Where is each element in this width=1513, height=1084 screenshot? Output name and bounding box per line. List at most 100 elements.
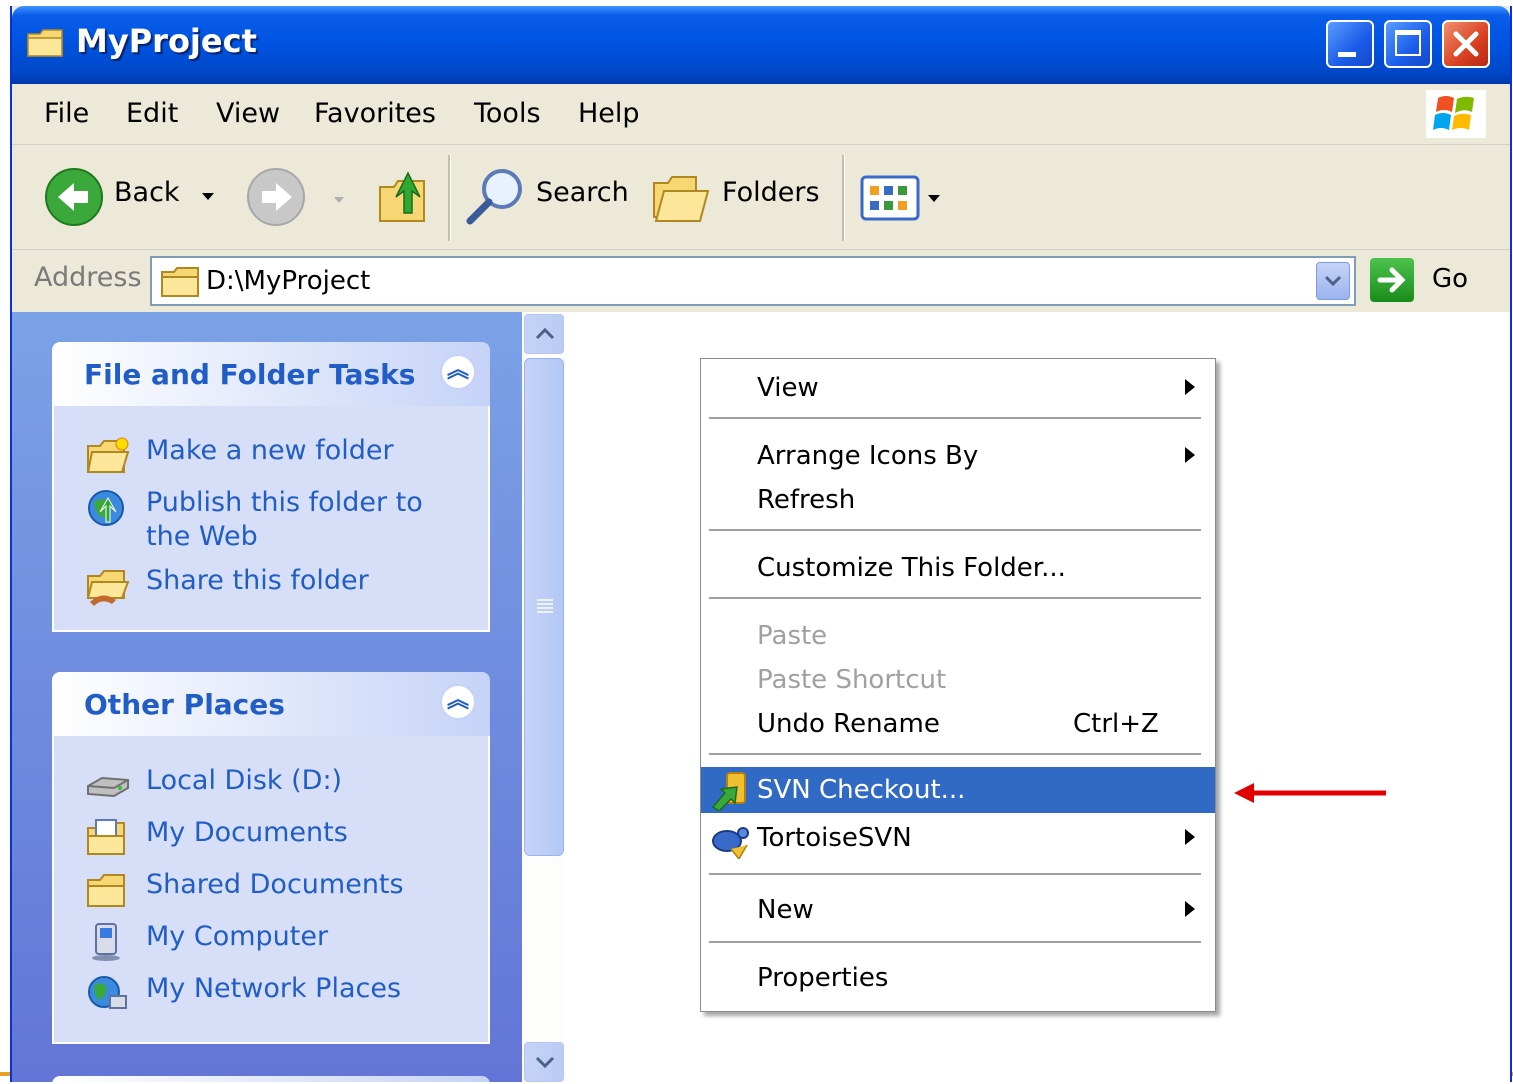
file-tasks-body: Make a new folder Publish this folder to… bbox=[52, 406, 490, 632]
menu-file[interactable]: File bbox=[44, 98, 89, 129]
menu-separator bbox=[709, 941, 1201, 944]
minimize-icon bbox=[1338, 52, 1356, 57]
address-input[interactable]: D:\MyProject bbox=[150, 256, 1356, 306]
share-folder-icon bbox=[86, 570, 130, 606]
views-icon bbox=[860, 175, 920, 221]
publish-web-icon bbox=[88, 490, 124, 526]
folders-button[interactable]: Folders bbox=[652, 165, 824, 229]
menu-item-label: New bbox=[757, 895, 814, 925]
menu-view[interactable]: View bbox=[216, 98, 280, 129]
go-button[interactable]: Go bbox=[1432, 264, 1468, 294]
back-dropdown-icon[interactable] bbox=[202, 193, 214, 200]
menu-item-label: Customize This Folder... bbox=[757, 553, 1066, 583]
back-arrow-icon bbox=[45, 168, 103, 226]
back-button[interactable]: Back bbox=[42, 165, 222, 229]
svn-checkout-icon bbox=[711, 772, 746, 811]
my-computer-link[interactable]: My Computer bbox=[146, 920, 328, 954]
search-icon bbox=[466, 169, 522, 225]
new-folder-icon bbox=[86, 437, 130, 473]
menu-item-label: Arrange Icons By bbox=[757, 441, 979, 471]
menu-item-new[interactable]: New bbox=[701, 887, 1215, 933]
menu-item-customize[interactable]: Customize This Folder... bbox=[701, 545, 1215, 591]
shared-documents-icon bbox=[87, 874, 125, 907]
menu-separator bbox=[709, 873, 1201, 876]
back-label: Back bbox=[114, 177, 180, 208]
shared-documents-link[interactable]: Shared Documents bbox=[146, 868, 404, 902]
other-places-title: Other Places bbox=[84, 688, 285, 721]
menu-item-label: TortoiseSVN bbox=[757, 823, 912, 853]
menu-item-view[interactable]: View bbox=[701, 365, 1215, 411]
menu-bar: File Edit View Favorites Tools Help bbox=[12, 84, 1510, 145]
menu-item-svn-checkout[interactable]: SVN Checkout... bbox=[701, 767, 1215, 813]
scroll-thumb[interactable] bbox=[524, 358, 564, 856]
go-arrow-icon[interactable] bbox=[1370, 258, 1414, 302]
menu-item-properties[interactable]: Properties bbox=[701, 955, 1215, 1001]
publish-folder-link[interactable]: Publish this folder to bbox=[146, 486, 423, 520]
task-pane: File and Folder Tasks ︽ Make a new folde… bbox=[12, 312, 522, 1082]
scroll-down-button[interactable] bbox=[524, 1042, 564, 1082]
my-documents-link[interactable]: My Documents bbox=[146, 816, 348, 850]
my-network-places-link[interactable]: My Network Places bbox=[146, 972, 401, 1006]
menu-separator bbox=[709, 417, 1201, 420]
address-dropdown-button[interactable] bbox=[1316, 262, 1350, 300]
address-value: D:\MyProject bbox=[206, 266, 371, 296]
window-title: MyProject bbox=[76, 22, 257, 60]
address-label: Address bbox=[34, 262, 142, 293]
views-dropdown-icon bbox=[928, 195, 940, 202]
toolbar-separator bbox=[842, 155, 845, 241]
menu-help[interactable]: Help bbox=[578, 98, 640, 129]
search-button[interactable]: Search bbox=[464, 165, 634, 229]
maximize-icon bbox=[1395, 30, 1421, 56]
menu-tools[interactable]: Tools bbox=[474, 98, 541, 129]
menu-favorites[interactable]: Favorites bbox=[314, 98, 436, 129]
menu-item-paste: Paste bbox=[701, 613, 1215, 659]
menu-item-refresh[interactable]: Refresh bbox=[701, 477, 1215, 523]
up-folder-button[interactable] bbox=[374, 167, 434, 227]
local-disk-link[interactable]: Local Disk (D:) bbox=[146, 764, 342, 798]
scroll-up-button[interactable] bbox=[524, 314, 564, 354]
share-folder-link[interactable]: Share this folder bbox=[146, 564, 369, 598]
menu-item-label: Paste Shortcut bbox=[757, 665, 947, 695]
toolbar: Back Search Folders bbox=[12, 145, 1510, 250]
menu-item-arrange-icons[interactable]: Arrange Icons By bbox=[701, 433, 1215, 479]
maximize-button[interactable] bbox=[1384, 20, 1432, 68]
folder-icon bbox=[161, 267, 199, 297]
chevron-down-icon bbox=[1324, 275, 1342, 287]
menu-item-undo-rename[interactable]: Undo Rename Ctrl+Z bbox=[701, 701, 1215, 747]
submenu-arrow-icon bbox=[1185, 379, 1195, 395]
search-label: Search bbox=[536, 177, 629, 208]
minimize-button[interactable] bbox=[1326, 20, 1374, 68]
tortoisesvn-icon bbox=[712, 827, 749, 859]
other-places-header[interactable]: Other Places ︽ bbox=[52, 672, 490, 736]
file-tasks-header[interactable]: File and Folder Tasks ︽ bbox=[52, 342, 490, 406]
views-button[interactable] bbox=[860, 175, 950, 225]
menu-item-label: View bbox=[757, 373, 819, 403]
menu-edit[interactable]: Edit bbox=[126, 98, 178, 129]
close-icon bbox=[1453, 31, 1479, 57]
forward-button[interactable] bbox=[246, 167, 306, 227]
menu-item-shortcut: Ctrl+Z bbox=[1073, 709, 1159, 739]
context-menu: View Arrange Icons By Refresh Customize … bbox=[700, 358, 1216, 1012]
publish-folder-link-cont[interactable]: the Web bbox=[146, 520, 258, 554]
make-new-folder-link[interactable]: Make a new folder bbox=[146, 434, 394, 468]
title-bar[interactable]: MyProject bbox=[12, 6, 1510, 84]
menu-item-tortoisesvn[interactable]: TortoiseSVN bbox=[701, 815, 1215, 861]
my-documents-icon bbox=[87, 819, 125, 855]
close-button[interactable] bbox=[1442, 20, 1490, 68]
explorer-window: MyProject File Edit View Favorites Tools… bbox=[10, 6, 1512, 1082]
folder-icon bbox=[27, 29, 63, 57]
details-header[interactable] bbox=[52, 1076, 490, 1082]
menu-item-label: SVN Checkout... bbox=[757, 775, 966, 805]
menu-item-label: Undo Rename bbox=[757, 709, 940, 739]
menu-item-label: Refresh bbox=[757, 485, 856, 515]
grip-icon bbox=[537, 599, 553, 601]
submenu-arrow-icon bbox=[1185, 829, 1195, 845]
folders-label: Folders bbox=[722, 177, 820, 208]
menu-separator bbox=[709, 529, 1201, 532]
task-pane-scrollbar[interactable] bbox=[522, 312, 566, 1082]
chevron-up-icon bbox=[535, 327, 555, 340]
collapse-icon[interactable]: ︽ bbox=[440, 684, 476, 720]
forward-dropdown-icon[interactable] bbox=[334, 197, 344, 203]
address-bar: Address D:\MyProject Go bbox=[12, 250, 1510, 312]
collapse-icon[interactable]: ︽ bbox=[440, 354, 476, 390]
